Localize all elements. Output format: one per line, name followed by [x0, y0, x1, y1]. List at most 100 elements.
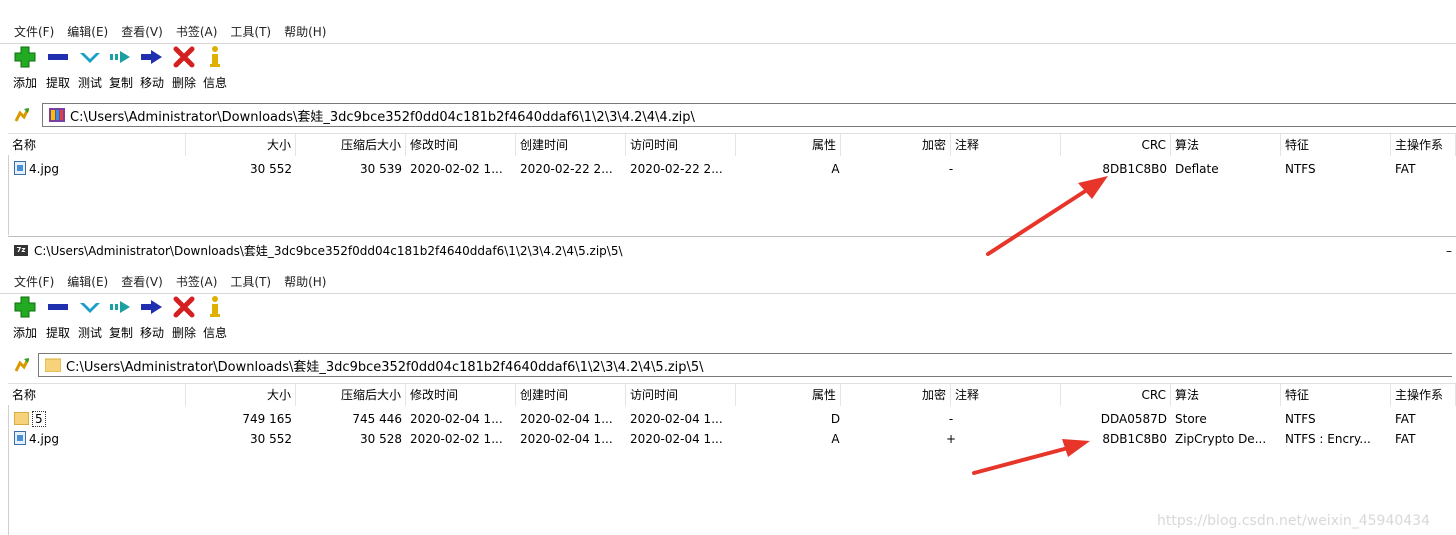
folder-up-icon[interactable] — [14, 107, 30, 123]
col-size[interactable]: 大小 — [186, 384, 296, 406]
archive-window-5zip: 7z C:\Users\Administrator\Downloads\套娃_3… — [0, 236, 1456, 535]
col-attributes[interactable]: 属性 — [736, 384, 841, 406]
cell-size: 30 552 — [250, 432, 292, 446]
col-method[interactable]: 算法 — [1171, 134, 1281, 156]
col-host-os[interactable]: 主操作系 — [1391, 134, 1456, 156]
cell-host-os: FAT — [1395, 412, 1416, 426]
table-row[interactable]: 4.jpg 30 552 30 539 2020-02-02 1... 2020… — [8, 159, 1456, 179]
cell-packed: 745 446 — [352, 412, 402, 426]
info-button[interactable]: 信息 — [202, 294, 228, 340]
cell-created: 2020-02-04 1... — [520, 412, 613, 426]
move-button[interactable]: 移动 — [139, 294, 165, 340]
col-encrypted[interactable]: 加密 — [841, 384, 951, 406]
menu-help[interactable]: 帮助(H) — [284, 273, 326, 290]
col-created[interactable]: 创建时间 — [516, 384, 626, 406]
cell-name: 5 — [10, 409, 186, 429]
folder-icon — [14, 412, 29, 425]
list-border — [8, 405, 9, 535]
cell-crc: DDA0587D — [1100, 412, 1167, 426]
menu-edit[interactable]: 编辑(E) — [67, 273, 108, 290]
extract-label: 提取 — [45, 326, 70, 340]
col-name[interactable]: 名称 — [8, 384, 186, 406]
menu-bookmarks[interactable]: 书签(A) — [176, 23, 218, 40]
watermark: https://blog.csdn.net/weixin_45940434 — [1156, 513, 1430, 529]
add-button[interactable]: 添加 — [12, 294, 38, 340]
menu-view[interactable]: 查看(V) — [121, 273, 163, 290]
cell-attributes: A — [831, 432, 840, 446]
minimize-icon[interactable]: – — [1446, 244, 1452, 258]
menu-help[interactable]: 帮助(H) — [284, 23, 326, 40]
menu-bar: 文件(F) 编辑(E) 查看(V) 书签(A) 工具(T) 帮助(H) — [0, 20, 1456, 42]
copy-button[interactable]: 复制 — [108, 294, 134, 340]
table-row[interactable]: 4.jpg 30 552 30 528 2020-02-02 1... 2020… — [8, 429, 1456, 449]
cell-comment — [951, 159, 1061, 179]
7zip-app-icon: 7z — [14, 244, 28, 256]
col-crc[interactable]: CRC — [1061, 384, 1171, 406]
move-button[interactable]: 移动 — [139, 44, 165, 90]
col-packed-size[interactable]: 压缩后大小 — [296, 384, 406, 406]
col-encrypted[interactable]: 加密 — [841, 134, 951, 156]
address-bar: C:\Users\Administrator\Downloads\套娃_3dc9… — [0, 351, 1456, 379]
delete-label: 删除 — [171, 326, 196, 340]
col-crc[interactable]: CRC — [1061, 134, 1171, 156]
minus-icon — [45, 294, 71, 320]
cell-accessed: 2020-02-04 1... — [630, 432, 723, 446]
col-modified[interactable]: 修改时间 — [406, 134, 516, 156]
info-icon — [202, 44, 228, 70]
folder-up-icon[interactable] — [14, 357, 30, 373]
path-field[interactable]: C:\Users\Administrator\Downloads\套娃_3dc9… — [42, 103, 1456, 127]
cell-characteristics: NTFS : Encry... — [1285, 432, 1371, 446]
add-button[interactable]: 添加 — [12, 44, 38, 90]
cell-comment — [951, 409, 1061, 429]
col-comment[interactable]: 注释 — [951, 134, 1061, 156]
cell-accessed: 2020-02-04 1... — [630, 412, 723, 426]
copy-button[interactable]: 复制 — [108, 44, 134, 90]
menu-tools[interactable]: 工具(T) — [230, 273, 271, 290]
col-attributes[interactable]: 属性 — [736, 134, 841, 156]
col-packed-size[interactable]: 压缩后大小 — [296, 134, 406, 156]
cell-name: 4.jpg — [10, 429, 186, 449]
col-size[interactable]: 大小 — [186, 134, 296, 156]
col-characteristics[interactable]: 特征 — [1281, 134, 1391, 156]
zip-archive-icon — [49, 108, 65, 122]
delete-button[interactable]: 删除 — [171, 294, 197, 340]
delete-x-icon — [171, 44, 197, 70]
toolbar: 添加 提取 测试 复制 移动 删除 信息 — [0, 43, 1456, 95]
cell-characteristics: NTFS — [1285, 412, 1316, 426]
cell-characteristics: NTFS — [1285, 162, 1316, 176]
path-text: C:\Users\Administrator\Downloads\套娃_3dc9… — [70, 109, 695, 125]
delete-button[interactable]: 删除 — [171, 44, 197, 90]
copy-arrow-icon — [108, 294, 134, 320]
table-row[interactable]: 5 749 165 745 446 2020-02-04 1... 2020-0… — [8, 409, 1456, 429]
col-characteristics[interactable]: 特征 — [1281, 384, 1391, 406]
checkmark-icon — [77, 294, 103, 320]
menu-bookmarks[interactable]: 书签(A) — [176, 273, 218, 290]
cell-method: Deflate — [1175, 162, 1219, 176]
test-label: 测试 — [77, 76, 102, 90]
copy-label: 复制 — [108, 76, 133, 90]
list-header: 名称 大小 压缩后大小 修改时间 创建时间 访问时间 属性 加密 注释 CRC … — [8, 133, 1456, 156]
menu-file[interactable]: 文件(F) — [14, 23, 54, 40]
col-host-os[interactable]: 主操作系 — [1391, 384, 1456, 406]
menu-file[interactable]: 文件(F) — [14, 273, 54, 290]
test-button[interactable]: 测试 — [77, 294, 103, 340]
info-button[interactable]: 信息 — [202, 44, 228, 90]
extract-button[interactable]: 提取 — [45, 44, 71, 90]
menu-tools[interactable]: 工具(T) — [230, 23, 271, 40]
cell-host-os: FAT — [1395, 432, 1416, 446]
test-button[interactable]: 测试 — [77, 44, 103, 90]
col-comment[interactable]: 注释 — [951, 384, 1061, 406]
col-method[interactable]: 算法 — [1171, 384, 1281, 406]
col-accessed[interactable]: 访问时间 — [626, 134, 736, 156]
path-field[interactable]: C:\Users\Administrator\Downloads\套娃_3dc9… — [38, 353, 1452, 377]
checkmark-icon — [77, 44, 103, 70]
col-created[interactable]: 创建时间 — [516, 134, 626, 156]
cell-comment — [951, 429, 1061, 449]
col-modified[interactable]: 修改时间 — [406, 384, 516, 406]
extract-button[interactable]: 提取 — [45, 294, 71, 340]
cell-method: Store — [1175, 412, 1207, 426]
menu-view[interactable]: 查看(V) — [121, 23, 163, 40]
col-name[interactable]: 名称 — [8, 134, 186, 156]
col-accessed[interactable]: 访问时间 — [626, 384, 736, 406]
menu-edit[interactable]: 编辑(E) — [67, 23, 108, 40]
